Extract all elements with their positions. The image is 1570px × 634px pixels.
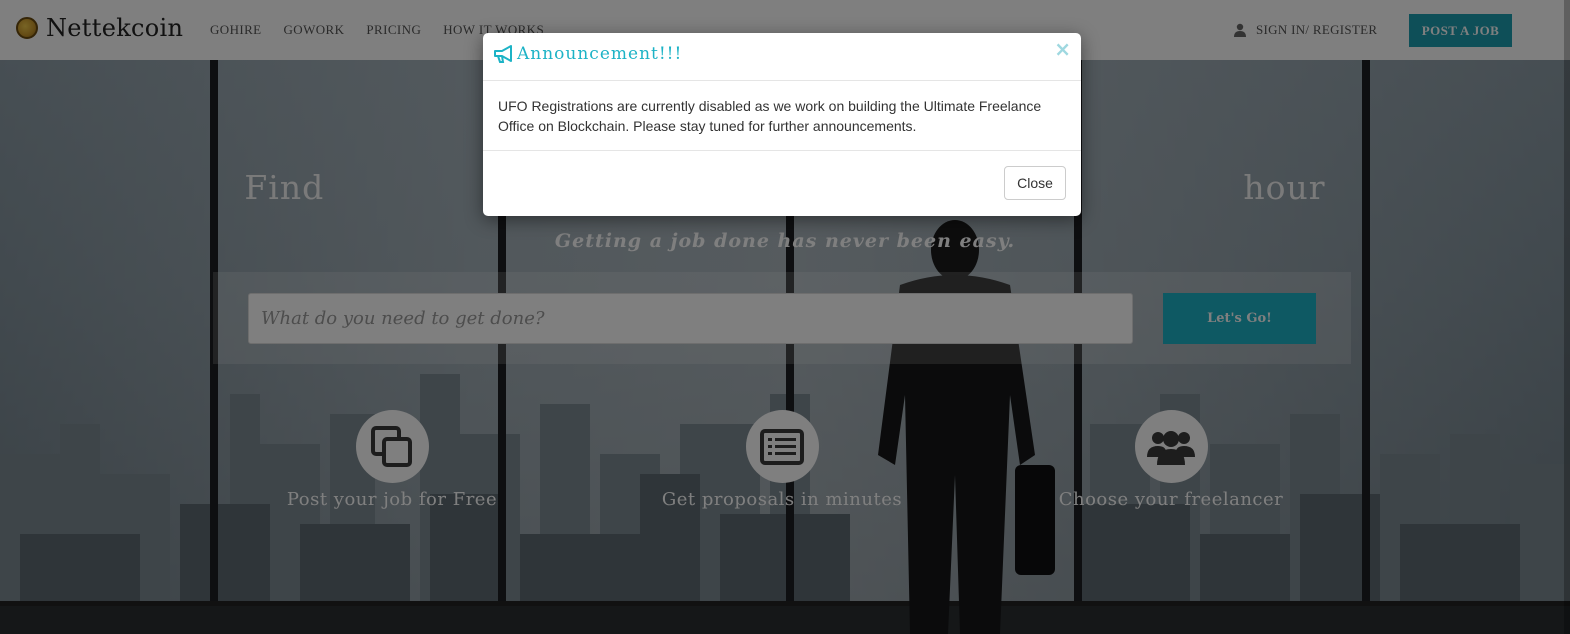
modal-body: UFO Registrations are currently disabled… — [483, 81, 1081, 151]
modal-footer: Close — [483, 151, 1081, 215]
page-scrollbar[interactable] — [1564, 0, 1570, 634]
close-button[interactable]: Close — [1004, 166, 1066, 200]
announcement-modal: Announcement!!! × UFO Registrations are … — [483, 33, 1081, 216]
modal-close-icon[interactable]: × — [1054, 39, 1071, 59]
modal-title: Announcement!!! — [493, 44, 682, 64]
modal-header: Announcement!!! × — [483, 33, 1081, 81]
modal-title-text: Announcement!!! — [517, 44, 683, 64]
megaphone-icon — [494, 45, 512, 63]
